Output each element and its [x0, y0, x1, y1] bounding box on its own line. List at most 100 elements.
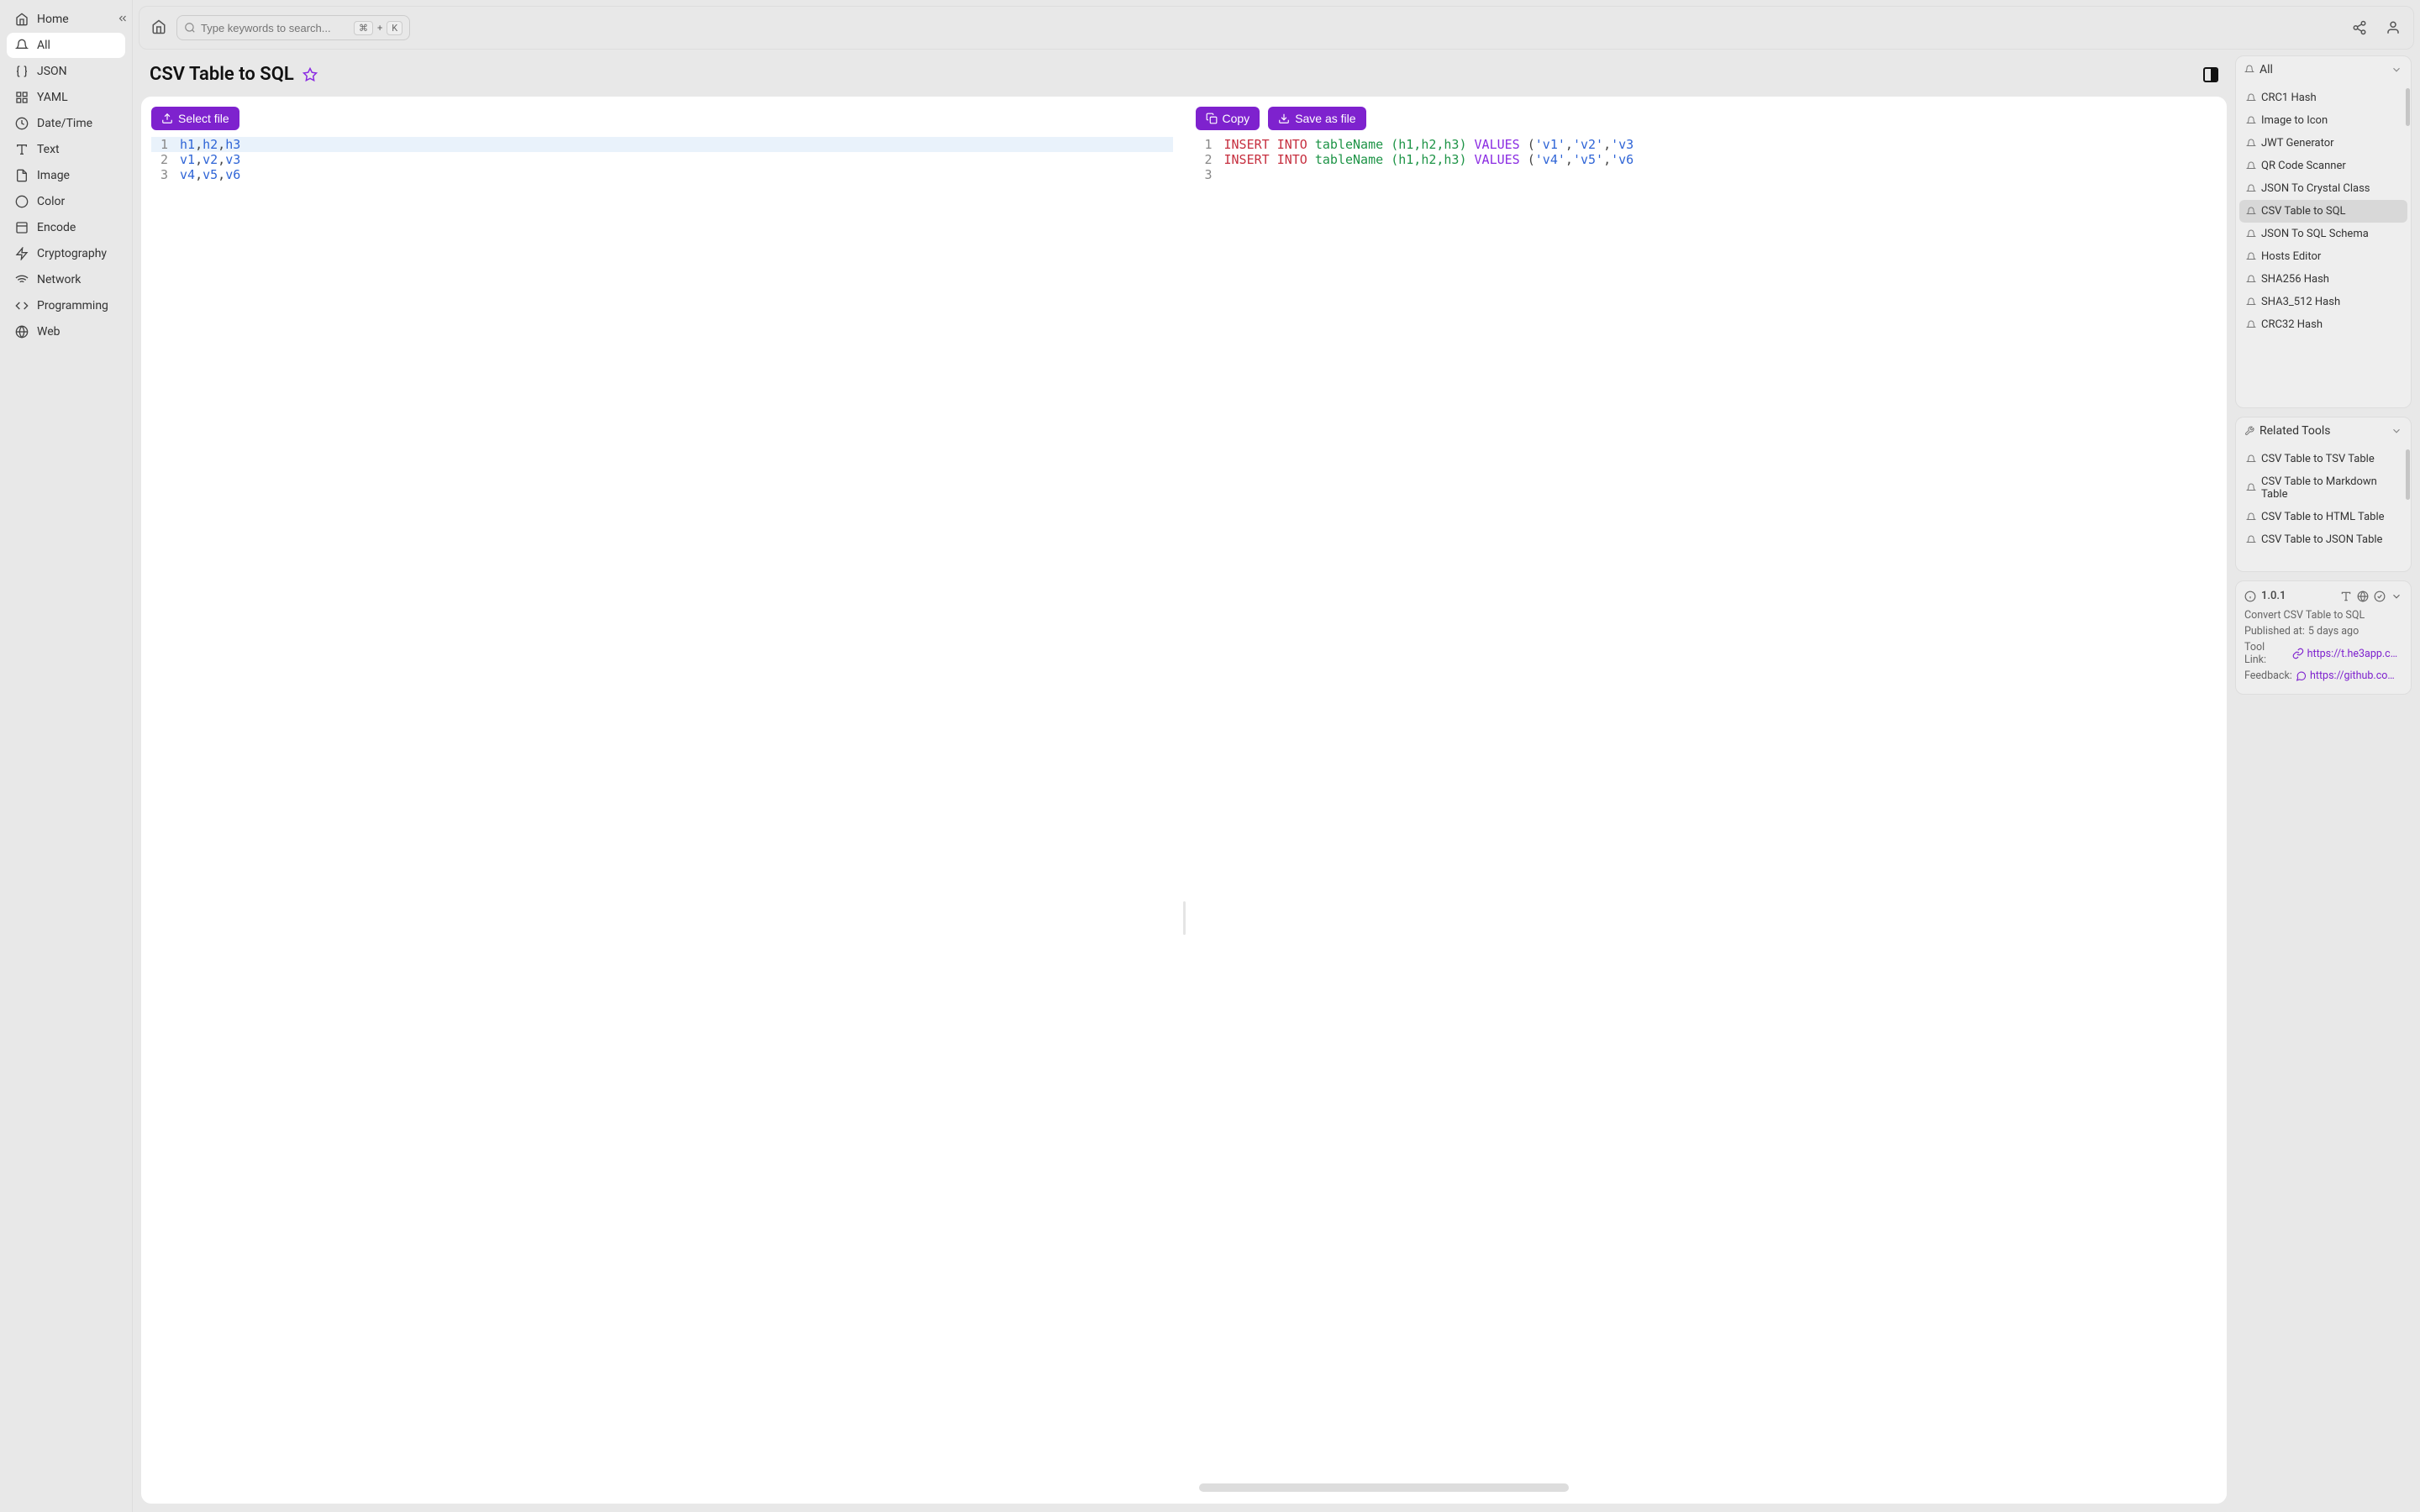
- info-tool-link: Tool Link: https://t.he3app.co…: [2244, 641, 2402, 666]
- tool-item[interactable]: JWT Generator: [2239, 132, 2407, 155]
- sidebar-item-web[interactable]: Web: [7, 319, 125, 344]
- sidebar-item-label: YAML: [37, 91, 68, 104]
- sidebar-item-color[interactable]: Color: [7, 189, 125, 214]
- all-tools-panel: All CRC1 HashImage to IconJWT Generator Q…: [2235, 55, 2412, 408]
- copy-button[interactable]: Copy: [1196, 107, 1260, 130]
- sidebar-item-label: Color: [37, 195, 65, 208]
- output-code[interactable]: 1INSERT INTO tableName (h1,h2,h3) VALUES…: [1196, 137, 2217, 1494]
- tool-item[interactable]: CRC32 Hash: [2239, 313, 2407, 336]
- bolt-icon: [15, 247, 29, 260]
- home-icon[interactable]: [151, 19, 168, 36]
- pin-icon: [2246, 535, 2256, 545]
- search-input[interactable]: [201, 22, 349, 34]
- related-tool-item[interactable]: CSV Table to HTML Table: [2239, 506, 2407, 528]
- pin-icon: [2246, 512, 2256, 522]
- tool-item-label: CRC32 Hash: [2261, 318, 2323, 331]
- pin-icon: [2246, 320, 2256, 330]
- tool-item-label: CSV Table to SQL: [2261, 205, 2346, 218]
- panel-toggle-icon[interactable]: [2203, 67, 2218, 82]
- tool-item-label: SHA256 Hash: [2261, 273, 2329, 286]
- sidebar-item-json[interactable]: JSON: [7, 59, 125, 84]
- feedback-link[interactable]: https://github.com/…: [2310, 669, 2402, 682]
- share-icon[interactable]: [2351, 19, 2368, 36]
- tool-item[interactable]: QR Code Scanner: [2239, 155, 2407, 177]
- chevron-down-icon[interactable]: [2391, 591, 2402, 602]
- pin-icon: [2246, 184, 2256, 194]
- pin-icon: [2246, 275, 2256, 285]
- sidebar-item-network[interactable]: Network: [7, 267, 125, 292]
- tool-item[interactable]: Hosts Editor: [2239, 245, 2407, 268]
- tool-item[interactable]: Image to Icon: [2239, 109, 2407, 132]
- pin-icon: [2246, 454, 2256, 465]
- tool-item-label: QR Code Scanner: [2261, 160, 2346, 172]
- chevron-down-icon: [2391, 64, 2402, 76]
- sidebar-item-label: Web: [37, 325, 60, 339]
- search-box[interactable]: ⌘+K: [176, 15, 410, 40]
- all-tools-header[interactable]: All: [2236, 56, 2411, 83]
- left-editor: Select file 1h1,h2,h32v1,v2,v33v4,v5,v6: [151, 107, 1173, 1494]
- save-as-file-button[interactable]: Save as file: [1268, 107, 1365, 130]
- tool-item[interactable]: SHA3_512 Hash: [2239, 291, 2407, 313]
- sidebar-item-label: All: [37, 39, 50, 52]
- sidebar-item-label: Text: [37, 143, 60, 156]
- pin-icon: [2246, 252, 2256, 262]
- check-circle-icon[interactable]: [2374, 591, 2386, 602]
- tool-item-label: Hosts Editor: [2261, 250, 2321, 263]
- tool-item-label: CSV Table to JSON Table: [2261, 533, 2382, 546]
- related-tool-item[interactable]: CSV Table to Markdown Table: [2239, 470, 2407, 506]
- related-tool-item[interactable]: CSV Table to JSON Table: [2239, 528, 2407, 551]
- editor-divider[interactable]: [1183, 901, 1186, 935]
- code-line: 1INSERT INTO tableName (h1,h2,h3) VALUES…: [1196, 137, 2217, 152]
- related-tools-header[interactable]: Related Tools: [2236, 417, 2411, 444]
- horizontal-scrollbar[interactable]: [1199, 1483, 1569, 1492]
- topbar: ⌘+K: [139, 6, 2414, 50]
- tool-item[interactable]: CRC1 Hash: [2239, 87, 2407, 109]
- page-title: CSV Table to SQL: [150, 64, 294, 85]
- right-panel: All CRC1 HashImage to IconJWT Generator Q…: [2235, 55, 2412, 1504]
- search-icon: [184, 22, 196, 34]
- sidebar-item-label: Date/Time: [37, 117, 92, 130]
- sidebar-item-encode[interactable]: Encode: [7, 215, 125, 240]
- tool-item-label: CSV Table to Markdown Table: [2261, 475, 2401, 501]
- keyboard-shortcut: ⌘+K: [354, 21, 402, 35]
- pin-icon: [2246, 139, 2256, 149]
- sidebar-item-label: Encode: [37, 221, 76, 234]
- sidebar-item-all[interactable]: All: [7, 33, 125, 58]
- input-code[interactable]: 1h1,h2,h32v1,v2,v33v4,v5,v6: [151, 137, 1173, 1494]
- message-icon: [2296, 670, 2307, 682]
- related-tool-item[interactable]: CSV Table to TSV Table: [2239, 448, 2407, 470]
- favorite-star-icon[interactable]: [302, 67, 318, 82]
- sidebar-item-home[interactable]: Home: [7, 7, 125, 32]
- info-feedback: Feedback: https://github.com/…: [2244, 669, 2402, 682]
- scrollbar[interactable]: [2406, 449, 2410, 500]
- tool-item[interactable]: CSV Table to SQL: [2239, 200, 2407, 223]
- sidebar-item-label: JSON: [37, 65, 67, 78]
- sidebar-item-image[interactable]: Image: [7, 163, 125, 188]
- sidebar-item-label: Programming: [37, 299, 108, 312]
- text-icon[interactable]: [2340, 591, 2352, 602]
- bell-icon: [2244, 65, 2254, 75]
- select-file-button[interactable]: Select file: [151, 107, 239, 130]
- main: ⌘+K CSV Table to SQL: [133, 0, 2420, 1512]
- tool-item-label: SHA3_512 Hash: [2261, 296, 2340, 308]
- tool-item[interactable]: JSON To Crystal Class: [2239, 177, 2407, 200]
- box-icon: [15, 221, 29, 234]
- tool-item[interactable]: JSON To SQL Schema: [2239, 223, 2407, 245]
- user-icon[interactable]: [2385, 19, 2402, 36]
- tool-item-label: JSON To SQL Schema: [2261, 228, 2369, 240]
- scrollbar[interactable]: [2406, 88, 2410, 126]
- collapse-sidebar-button[interactable]: [117, 13, 129, 24]
- pin-icon: [2246, 229, 2256, 239]
- sidebar-item-yaml[interactable]: YAML: [7, 85, 125, 110]
- tool-link[interactable]: https://t.he3app.co…: [2307, 648, 2402, 660]
- wifi-icon: [15, 273, 29, 286]
- tool-item[interactable]: SHA256 Hash: [2239, 268, 2407, 291]
- pin-icon: [2246, 93, 2256, 103]
- sidebar-item-text[interactable]: Text: [7, 137, 125, 162]
- globe-icon[interactable]: [2357, 591, 2369, 602]
- wrench-icon: [2244, 426, 2254, 436]
- sidebar-item-programming[interactable]: Programming: [7, 293, 125, 318]
- version-label: 1.0.1: [2261, 590, 2286, 602]
- sidebar-item-cryptography[interactable]: Cryptography: [7, 241, 125, 266]
- sidebar-item-date-time[interactable]: Date/Time: [7, 111, 125, 136]
